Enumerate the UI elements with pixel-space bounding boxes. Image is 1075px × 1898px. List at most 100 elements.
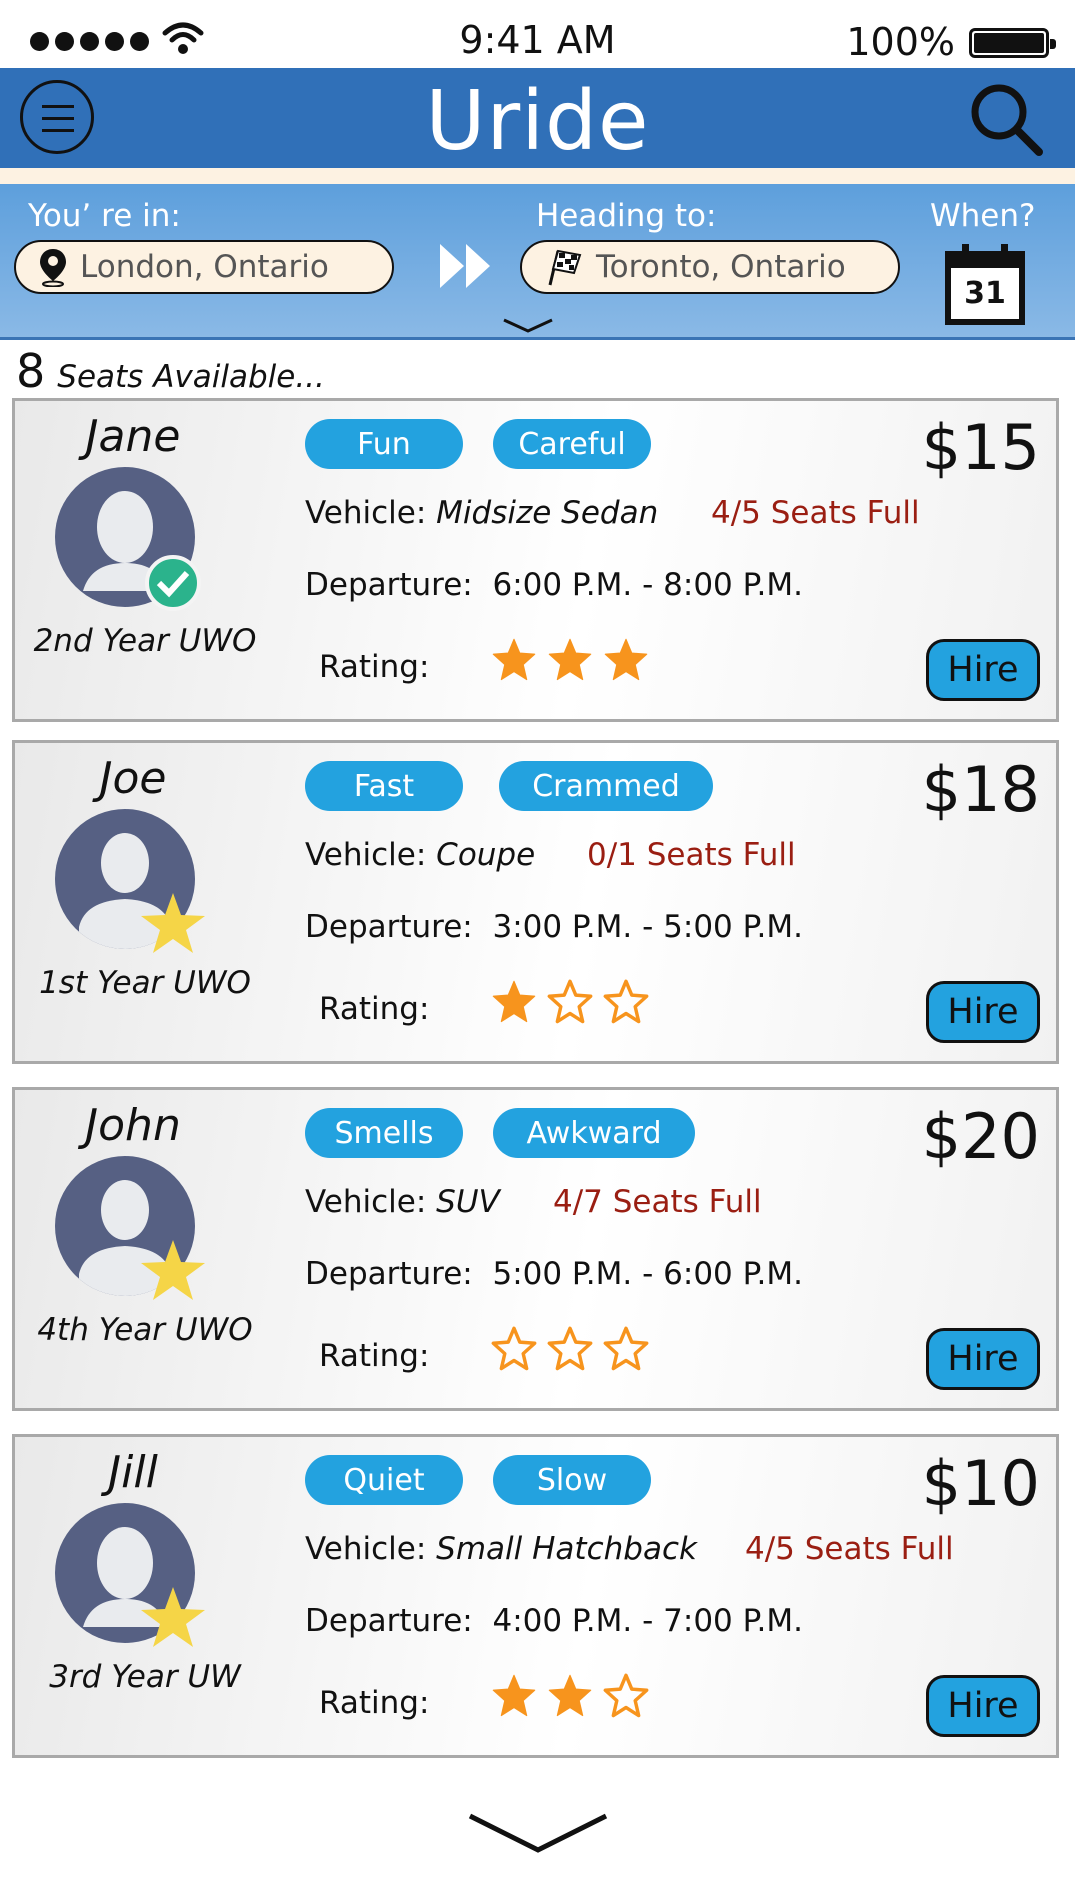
vehicle-value: SUV bbox=[436, 1184, 500, 1220]
hire-button[interactable]: Hire bbox=[926, 1675, 1040, 1737]
from-location-value: London, Ontario bbox=[80, 249, 329, 285]
driver-card: Joe 1st Year UWO Fast Crammed $18 Vehicle: Co… bbox=[12, 740, 1059, 1064]
vehicle-value: Coupe bbox=[436, 837, 536, 873]
battery-percentage: 100% bbox=[846, 20, 955, 64]
header-divider bbox=[0, 168, 1075, 184]
hire-button[interactable]: Hire bbox=[926, 981, 1040, 1043]
status-bar: 9:41 AM 100% bbox=[0, 0, 1075, 68]
trait-tag: Slow bbox=[493, 1455, 651, 1505]
seats-full: 4/7 Seats Full bbox=[553, 1184, 762, 1220]
seats-full: 0/1 Seats Full bbox=[587, 837, 796, 873]
star-filled-icon bbox=[548, 638, 592, 681]
ride-price: $20 bbox=[921, 1100, 1040, 1173]
trait-tag: Careful bbox=[493, 419, 651, 469]
hire-button[interactable]: Hire bbox=[926, 1328, 1040, 1390]
star-outline-icon bbox=[547, 979, 593, 1024]
from-label: You’ re in: bbox=[28, 198, 181, 234]
departure-row: Departure: 3:00 P.M. - 5:00 P.M. bbox=[305, 909, 803, 945]
rating-stars bbox=[491, 1326, 649, 1372]
battery-icon bbox=[969, 28, 1056, 58]
vehicle-label: Vehicle: bbox=[305, 1184, 427, 1220]
driver-name: John bbox=[85, 1100, 181, 1151]
checkered-flag-icon bbox=[548, 249, 582, 286]
driver-card: Jill 3rd Year UW Quiet Slow $10 Vehicle: Smal… bbox=[12, 1434, 1059, 1758]
rating-label: Rating: bbox=[319, 1685, 430, 1721]
trait-tag: Fast bbox=[305, 761, 463, 811]
to-location-value: Toronto, Ontario bbox=[596, 249, 846, 285]
seats-full: 4/5 Seats Full bbox=[745, 1531, 954, 1567]
map-pin-icon bbox=[40, 249, 66, 287]
calendar-day: 31 bbox=[964, 276, 1006, 311]
scroll-down-chevron-icon[interactable] bbox=[466, 1812, 610, 1856]
star-filled-icon bbox=[492, 980, 536, 1023]
from-location-field[interactable]: London, Ontario bbox=[14, 240, 394, 294]
departure-time: 3:00 P.M. - 5:00 P.M. bbox=[492, 909, 803, 945]
star-filled-icon bbox=[492, 1674, 536, 1717]
rating-stars bbox=[491, 979, 649, 1025]
star-filled-icon bbox=[548, 1674, 592, 1717]
vehicle-row: Vehicle: Coupe bbox=[305, 837, 535, 873]
vehicle-label: Vehicle: bbox=[305, 837, 427, 873]
app-title: Uride bbox=[425, 74, 650, 169]
departure-row: Departure: 6:00 P.M. - 8:00 P.M. bbox=[305, 567, 803, 603]
when-label: When? bbox=[930, 198, 1036, 234]
avatar[interactable] bbox=[55, 467, 215, 627]
vehicle-row: Vehicle: SUV bbox=[305, 1184, 500, 1220]
ride-price: $15 bbox=[921, 411, 1040, 484]
star-filled-icon bbox=[604, 638, 648, 681]
trait-tag: Fun bbox=[305, 419, 463, 469]
seats-available: 8 Seats Available... bbox=[16, 344, 325, 398]
trait-tag: Crammed bbox=[499, 761, 713, 811]
trait-tag: Awkward bbox=[493, 1108, 695, 1158]
vehicle-value: Midsize Sedan bbox=[436, 495, 659, 531]
departure-label: Departure: bbox=[305, 1256, 473, 1292]
star-filled-icon bbox=[492, 638, 536, 681]
vehicle-row: Vehicle: Small Hatchback bbox=[305, 1531, 697, 1567]
avatar[interactable] bbox=[55, 1156, 215, 1316]
driver-card: Jane 2nd Year UWO Fun Careful $15 Vehicle: Mi… bbox=[12, 398, 1059, 722]
trip-bar: You’ re in: London, Ontario Heading to: … bbox=[0, 184, 1075, 340]
driver-name: Jill bbox=[108, 1447, 158, 1498]
vehicle-row: Vehicle: Midsize Sedan bbox=[305, 495, 658, 531]
rating-stars bbox=[491, 1673, 649, 1719]
verified-check-icon bbox=[145, 555, 201, 611]
trait-tag: Smells bbox=[305, 1108, 463, 1158]
rating-label: Rating: bbox=[319, 649, 430, 685]
departure-label: Departure: bbox=[305, 909, 473, 945]
seats-label: Seats Available... bbox=[57, 359, 325, 395]
trait-tag: Quiet bbox=[305, 1455, 463, 1505]
vehicle-label: Vehicle: bbox=[305, 495, 427, 531]
departure-time: 5:00 P.M. - 6:00 P.M. bbox=[492, 1256, 803, 1292]
to-location-field[interactable]: Toronto, Ontario bbox=[520, 240, 900, 294]
driver-year: 4th Year UWO bbox=[37, 1312, 253, 1348]
driver-name: Joe bbox=[99, 753, 167, 804]
hire-button[interactable]: Hire bbox=[926, 639, 1040, 701]
star-outline-icon bbox=[491, 1326, 537, 1371]
star-outline-icon bbox=[547, 1326, 593, 1371]
driver-card: John 4th Year UWO Smells Awkward $20 Vehicle:… bbox=[12, 1087, 1059, 1411]
driver-year: 3rd Year UW bbox=[49, 1659, 241, 1695]
app-header: Uride bbox=[0, 68, 1075, 169]
departure-label: Departure: bbox=[305, 1603, 473, 1639]
departure-time: 6:00 P.M. - 8:00 P.M. bbox=[492, 567, 803, 603]
driver-name: Jane bbox=[85, 411, 181, 462]
rating-stars bbox=[491, 637, 649, 683]
star-outline-icon bbox=[603, 1326, 649, 1371]
calendar-button[interactable]: 31 bbox=[944, 242, 1026, 326]
avatar[interactable] bbox=[55, 1503, 215, 1663]
vehicle-label: Vehicle: bbox=[305, 1531, 427, 1567]
vehicle-value: Small Hatchback bbox=[436, 1531, 697, 1567]
departure-row: Departure: 5:00 P.M. - 6:00 P.M. bbox=[305, 1256, 803, 1292]
avatar[interactable] bbox=[55, 809, 215, 969]
star-outline-icon bbox=[603, 1673, 649, 1718]
rating-label: Rating: bbox=[319, 991, 430, 1027]
ride-price: $18 bbox=[921, 753, 1040, 826]
star-outline-icon bbox=[603, 979, 649, 1024]
driver-year: 2nd Year UWO bbox=[33, 623, 257, 659]
fast-forward-icon bbox=[440, 244, 490, 288]
search-icon[interactable] bbox=[967, 80, 1047, 160]
seats-full: 4/5 Seats Full bbox=[711, 495, 920, 531]
departure-row: Departure: 4:00 P.M. - 7:00 P.M. bbox=[305, 1603, 803, 1639]
departure-label: Departure: bbox=[305, 567, 473, 603]
expand-chevron-icon[interactable] bbox=[502, 318, 554, 334]
